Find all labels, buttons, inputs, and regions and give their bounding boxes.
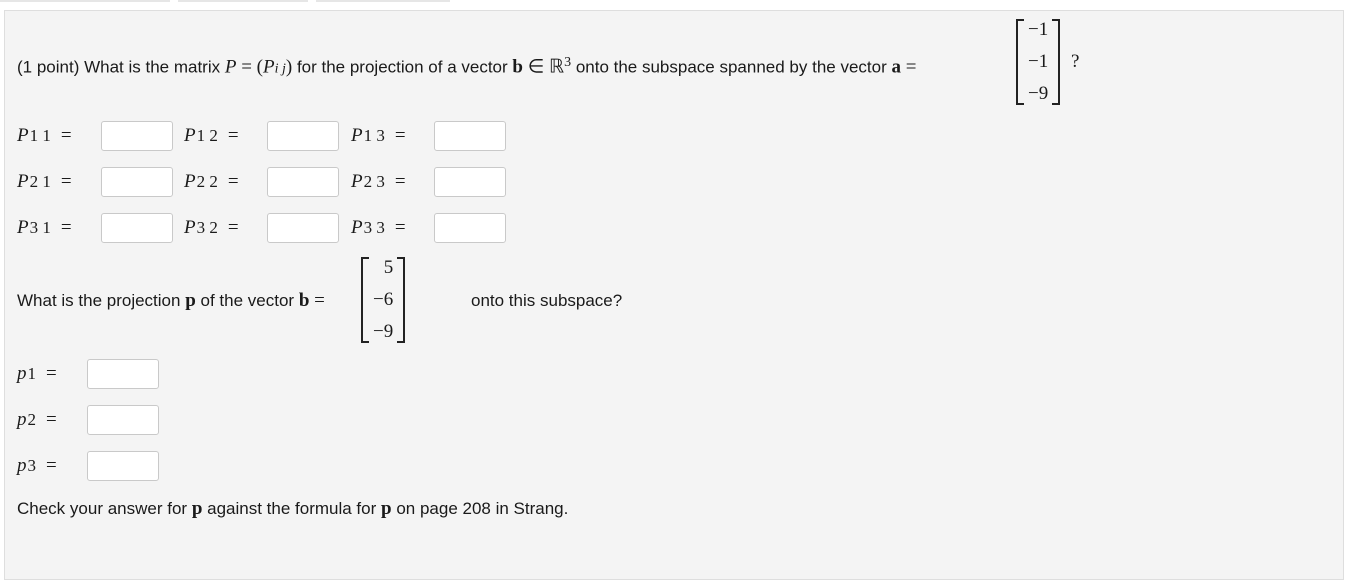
label-p2: p 2 = xyxy=(17,409,57,430)
input-p1[interactable] xyxy=(87,359,159,389)
left-bracket xyxy=(361,257,369,343)
vector-b-matrix: 5 −6 −9 xyxy=(361,257,406,343)
vector-b-entry: −9 xyxy=(373,321,394,342)
label-P13: P1 3 = xyxy=(351,125,406,146)
input-P12[interactable] xyxy=(267,121,339,151)
label-p1: p 1 = xyxy=(17,363,57,384)
footer-prefix: Check your answer for xyxy=(17,499,188,518)
input-P13[interactable] xyxy=(434,121,506,151)
pij-subscript: i j xyxy=(274,61,286,77)
input-p2[interactable] xyxy=(87,405,159,435)
question-2-prefix: What is the projection xyxy=(17,291,181,310)
pij-symbol: P xyxy=(262,56,275,78)
paren-close: ) xyxy=(285,56,293,78)
input-P11[interactable] xyxy=(101,121,173,151)
footer-suffix: on page 208 in Strang. xyxy=(396,499,569,518)
input-P32[interactable] xyxy=(267,213,339,243)
right-bracket xyxy=(397,257,406,343)
a-equals-sign: = xyxy=(905,56,917,78)
input-P22[interactable] xyxy=(267,167,339,197)
label-P23: P2 3 = xyxy=(351,171,406,192)
question-1-mid2: onto the subspace spanned by the vector xyxy=(575,57,887,77)
vector-a-matrix: −1 −1 −9 xyxy=(1016,19,1061,105)
label-p3: p 3 = xyxy=(17,455,57,476)
reals-symbol: ℝ xyxy=(549,56,565,78)
vector-a-entry: −9 xyxy=(1028,83,1049,104)
label-P33: P3 3 = xyxy=(351,217,406,238)
label-P11: P1 1 = xyxy=(17,125,72,146)
question-2: What is the projection p of the vector b… xyxy=(17,289,325,313)
right-bracket xyxy=(1052,19,1061,105)
vector-a-entries: −1 −1 −9 xyxy=(1024,19,1052,105)
vector-a-entry: −1 xyxy=(1028,51,1049,72)
question-mark: ? xyxy=(1071,51,1080,72)
vector-b-entry: 5 xyxy=(383,257,394,278)
footer-note: Check your answer for p against the form… xyxy=(17,497,568,521)
reals-exponent: 3 xyxy=(564,55,572,70)
label-P31: P3 1 = xyxy=(17,217,72,238)
vector-b-symbol: b xyxy=(298,290,310,311)
vector-p-symbol: p xyxy=(381,498,392,519)
problem-panel: (1 point) What is the matrix P = (Pi j) … xyxy=(4,10,1344,580)
vector-p-symbol: p xyxy=(185,290,196,311)
input-P33[interactable] xyxy=(434,213,506,243)
label-P21: P2 1 = xyxy=(17,171,72,192)
vector-b-entries: 5 −6 −9 xyxy=(369,257,397,343)
question-1-mid: for the projection of a vector xyxy=(296,57,508,77)
b-equals-sign: = xyxy=(314,290,325,311)
input-P23[interactable] xyxy=(434,167,506,197)
vector-a-entry: −1 xyxy=(1028,19,1049,40)
input-P21[interactable] xyxy=(101,167,173,197)
top-tab-strip xyxy=(0,0,460,4)
left-bracket xyxy=(1016,19,1024,105)
vector-b-entry: −6 xyxy=(373,289,394,310)
label-P32: P3 2 = xyxy=(184,217,239,238)
matrix-P-symbol: P xyxy=(224,56,237,78)
element-of-symbol: ∈ xyxy=(527,56,545,78)
question-2-mid: of the vector xyxy=(200,291,295,310)
question-1-prefix: (1 point) What is the matrix xyxy=(17,57,221,77)
label-P22: P2 2 = xyxy=(184,171,239,192)
label-P12: P1 2 = xyxy=(184,125,239,146)
equals-sign: = xyxy=(241,56,252,78)
footer-mid: against the formula for xyxy=(207,499,377,518)
vector-a-symbol: a xyxy=(891,56,902,78)
question-2-suffix: onto this subspace? xyxy=(471,291,623,310)
vector-b-symbol: b xyxy=(512,56,523,78)
input-p3[interactable] xyxy=(87,451,159,481)
question-1: (1 point) What is the matrix P = (Pi j) … xyxy=(17,51,916,82)
vector-p-symbol: p xyxy=(191,498,203,519)
input-P31[interactable] xyxy=(101,213,173,243)
